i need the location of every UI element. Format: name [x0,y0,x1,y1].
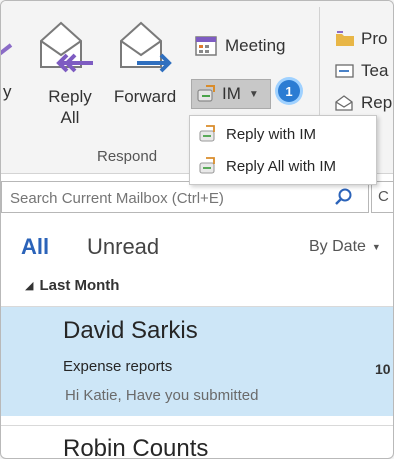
search-input[interactable] [8,186,312,210]
outlook-window: y Reply All Forward Meeting IM ▼ 1 Respo… [0,0,394,459]
message-divider [1,425,393,426]
meeting-label: Meeting [225,36,286,55]
reply-all-button[interactable]: Reply All [37,19,103,131]
reply-all-label-line2: All [60,108,80,127]
im-label: IM [222,84,241,103]
reply-icon [1,43,13,56]
forward-icon [120,21,172,73]
right-item-0[interactable]: Pro [335,29,387,49]
reply-delete-icon [335,95,353,111]
filter-all[interactable]: All [21,234,49,260]
group-label: Last Month [39,277,120,294]
search-icon[interactable] [334,187,354,207]
reply-all-with-im-item[interactable]: Reply All with IM [190,150,376,182]
calendar-icon [195,36,217,56]
right-item-0-label: Pro [361,29,388,48]
reply-label: y [3,82,12,101]
right-item-2[interactable]: Rep [335,93,392,113]
respond-group-label: Respond [97,148,158,165]
team-email-icon [335,64,354,78]
message-sender: David Sarkis [63,317,198,344]
im-reply-icon [199,125,215,142]
meeting-button[interactable]: Meeting [195,35,285,57]
search-scope-dropdown[interactable]: C [371,181,393,213]
right-item-1[interactable]: Tea [335,61,388,81]
im-icon [197,85,215,102]
chevron-down-icon: ▼ [371,242,381,252]
im-dropdown-menu: Reply with IM Reply All with IM [189,115,377,185]
forward-button[interactable]: Forward [107,19,183,111]
group-header-last-month[interactable]: ◢ Last Month [25,277,119,294]
step-badge: 1 [278,80,300,102]
search-box [1,181,369,213]
right-item-2-label: Rep [361,93,393,112]
folder-icon [336,31,354,46]
sort-label: By Date [309,238,366,255]
reply-with-im-item[interactable]: Reply with IM [190,118,376,150]
filter-unread[interactable]: Unread [87,234,159,260]
message-sender[interactable]: Robin Counts [63,435,208,458]
message-time: 10 [375,361,391,377]
reply-all-with-im-label: Reply All with IM [226,157,337,175]
message-subject: Expense reports [63,358,173,375]
right-item-1-label: Tea [361,61,389,80]
search-scope-label: C [378,188,389,205]
reply-all-label-line1: Reply [48,87,92,106]
im-button[interactable]: IM ▼ [191,79,271,109]
sort-by-date[interactable]: By Date ▼ [309,238,381,256]
reply-button[interactable]: y [1,19,17,101]
chevron-down-icon: ▼ [248,88,259,100]
reply-all-icon [40,21,93,73]
forward-label: Forward [113,87,177,106]
collapse-triangle-icon: ◢ [25,280,34,292]
message-preview: Hi Katie, Have you submitted [65,387,259,404]
reply-with-im-label: Reply with IM [226,125,317,143]
im-reply-all-icon [199,157,215,174]
